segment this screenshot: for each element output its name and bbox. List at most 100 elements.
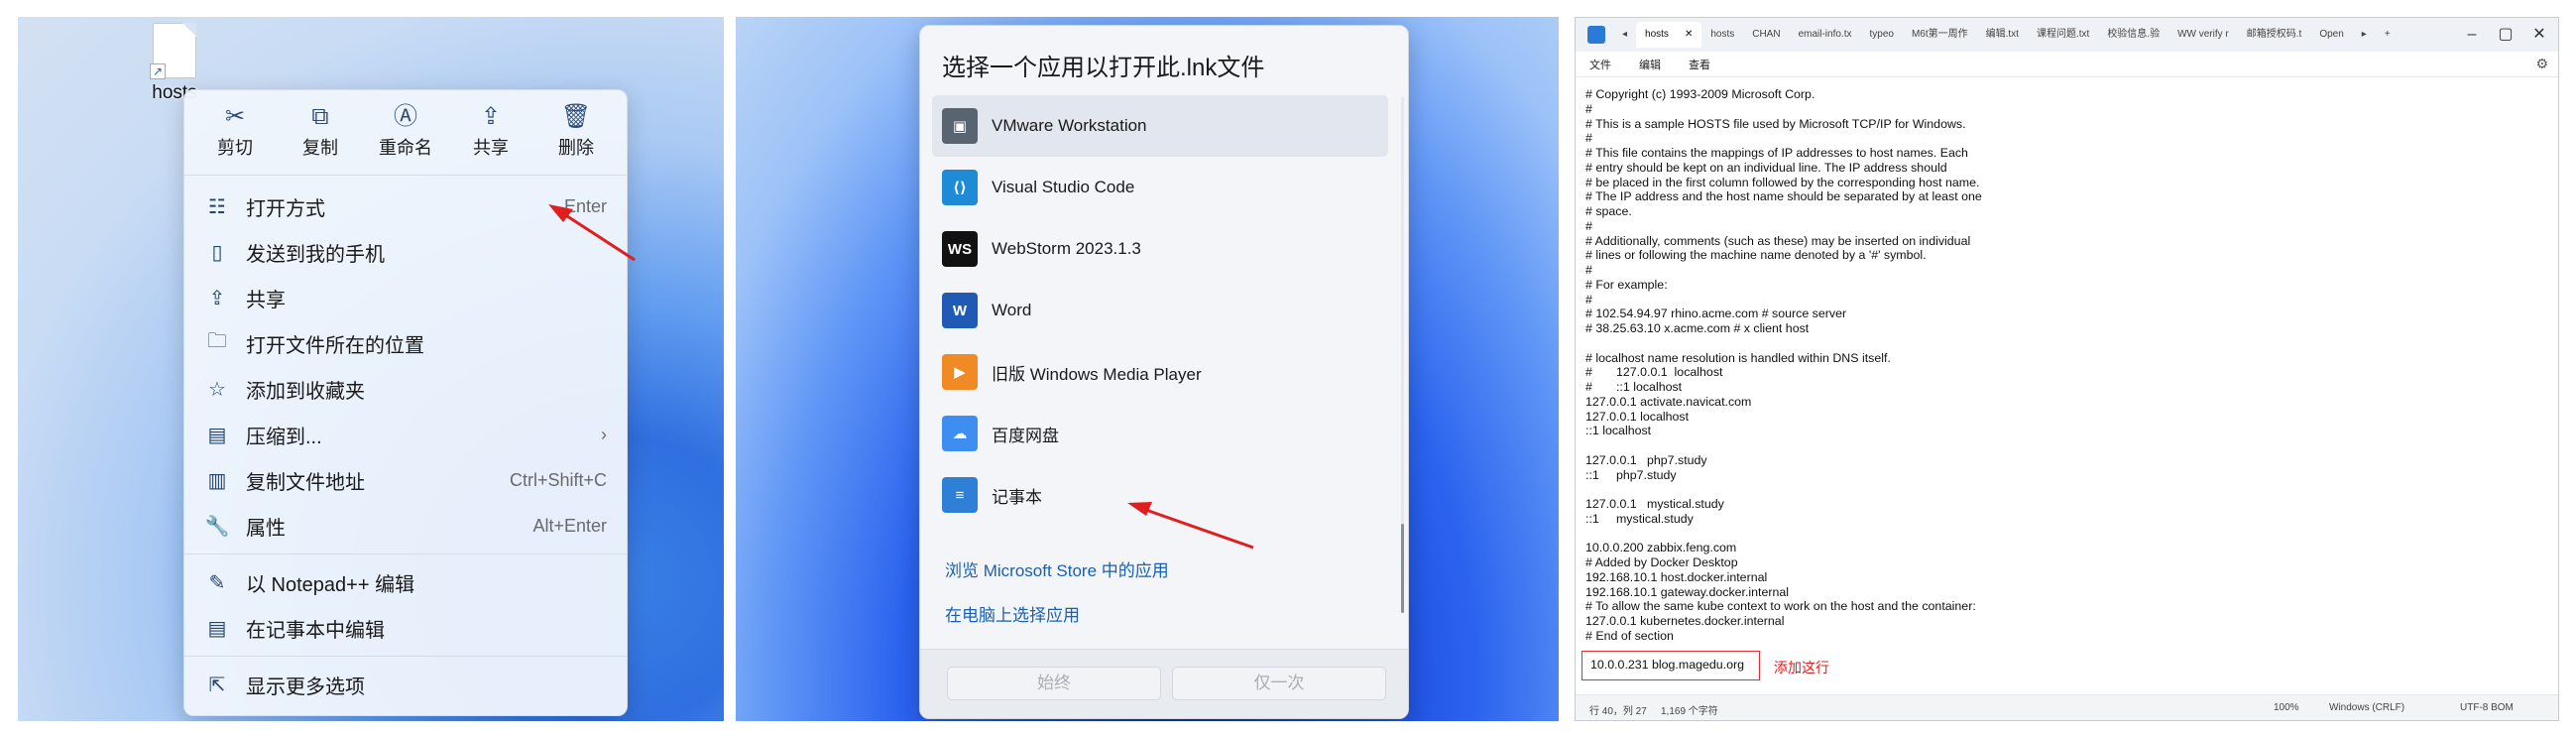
maximize-icon[interactable]: ▢ [2489,18,2522,52]
editor-tab[interactable]: email-info.tx [1790,22,1861,48]
notepadpp-icon: ✎ [208,571,226,594]
menu-item-label: 打开文件所在的位置 [246,334,424,357]
menu-item-label: 压缩到... [246,426,322,448]
text-line [1585,336,2537,351]
menu-item[interactable]: 🗀 打开文件所在的位置 [184,320,627,366]
settings-gear-icon[interactable]: ⚙ [2535,56,2548,72]
menu-item[interactable]: ☆ 添加到收藏夹 [184,366,627,412]
editor-tab[interactable]: hosts ✕ [1636,22,1702,48]
action-scissors-button[interactable]: ✂ 剪切 [195,100,275,171]
text-line: 127.0.0.1 mystical.study [1585,497,1724,511]
app-item[interactable]: WS WebStorm 2023.1.3 [932,218,1388,280]
context-menu: ✂ 剪切 ⧉ 复制 Ⓐ 重命名 ⇪ 共享 🗑 删除 ☷ 打开方式 Enter ▯ 发送到我的手机 ⇪ 共享 🗀 打… [183,89,628,716]
tab-close-icon[interactable]: ✕ [1685,29,1693,40]
text-line: # space. [1585,204,1632,218]
text-line: 127.0.0.1 kubernetes.docker.internal [1585,614,1785,628]
notepad-icon: ▤ [207,617,227,640]
app-item[interactable]: ▣ VMware Workstation [932,95,1388,157]
menu-item[interactable]: ▤ 在记事本中编辑 [184,605,627,651]
editor-tab[interactable]: 邮箱授权码.t [2238,22,2311,48]
app-name: 旧版 Windows Media Player [992,364,1202,384]
editor-text[interactable]: # Copyright (c) 1993-2009 Microsoft Corp… [1585,87,2537,644]
menu-item-label: 共享 [246,289,286,311]
status-cursor-position: 行 40，列 27 [1589,706,1647,717]
menu-item[interactable]: ▯ 发送到我的手机 [184,229,627,275]
tab-label: email-info.tx [1798,29,1852,40]
baidu-netdisk-icon: ☁ [942,416,978,451]
text-line: # lines or following the machine name de… [1585,248,1927,263]
browse-store-link[interactable]: 浏览 Microsoft Store 中的应用 [945,556,1169,581]
text-line [1585,438,2537,453]
minimize-icon[interactable]: – [2455,18,2489,52]
app-item[interactable]: W Word [932,280,1388,341]
editor-tab[interactable]: 编辑.txt [1977,22,2028,48]
menu-item[interactable]: ▤ 压缩到... › [184,412,627,457]
editor-tab[interactable]: Open [2310,22,2352,48]
word-icon: W [942,293,978,328]
editor-tab[interactable]: CHAN [1743,22,1789,48]
just-once-button[interactable]: 仅一次 [1172,667,1386,700]
menu-item[interactable]: 编辑 [1639,57,1661,72]
media-player-icon: ▶ [942,354,978,390]
text-line: # entry should be kept on an individual … [1585,160,1947,175]
new-tab-icon[interactable]: + [2376,22,2400,48]
scrollbar-thumb[interactable] [1401,524,1404,613]
menu-item[interactable]: ⇱ 显示更多选项 [184,662,627,707]
app-item[interactable]: ☁ 百度网盘 [932,403,1388,464]
open-with-dialog: 选择一个应用以打开此.lnk文件 ▣ VMware Workstation ⟨⟩ Vi… [919,25,1409,719]
editor-tab[interactable]: WW verify r [2168,22,2238,48]
choose-app-on-pc-link[interactable]: 在电脑上选择应用 [945,601,1080,626]
status-zoom: 100% [2274,702,2299,713]
tab-scroll-right-icon[interactable]: ▸ [2353,22,2376,48]
menu-separator [184,553,627,554]
app-item[interactable]: ⟨⟩ Visual Studio Code [932,157,1388,218]
action-share-button[interactable]: ⇪ 共享 [451,100,530,171]
menu-item[interactable]: 文件 [1589,57,1611,72]
menu-item[interactable]: ⇪ 共享 [184,275,627,320]
open-with-icon: ☷ [208,195,226,218]
status-line-ending: Windows (CRLF) [2329,702,2405,713]
text-line: # be placed in the first column followed… [1585,175,1980,189]
menu-item-label: 复制文件地址 [246,471,365,494]
text-line: 10.0.0.200 zabbix.feng.com [1585,541,1737,555]
action-rename-button[interactable]: Ⓐ 重命名 [366,100,445,171]
always-button[interactable]: 始终 [947,667,1161,700]
app-name: 百度网盘 [992,426,1059,445]
copy-path-icon: ▥ [207,469,227,492]
menu-item[interactable]: ▥ 复制文件地址 Ctrl+Shift+C [184,457,627,503]
editor-tab[interactable]: M6t第一周作 [1903,22,1977,48]
app-item[interactable]: ▶ 旧版 Windows Media Player [932,341,1388,403]
scrollbar[interactable] [1401,97,1404,613]
menu-item-label: 属性 [246,517,286,540]
editor-tab[interactable]: typeo [1860,22,1902,48]
text-line: # 102.54.94.97 rhino.acme.com # source s… [1585,307,1847,321]
text-line: # To allow the same kube context to work… [1585,599,1976,614]
menu-item[interactable]: 🔧 属性 Alt+Enter [184,503,627,549]
action-label: 共享 [473,138,509,158]
webstorm-icon: WS [942,231,978,267]
menu-item[interactable]: 查看 [1689,57,1710,72]
menu-item[interactable]: ☷ 打开方式 Enter [184,184,627,229]
tab-label: Open [2319,29,2344,40]
editor-tab[interactable]: 校验信息.验 [2098,22,2168,48]
tab-scroll-left-icon[interactable]: ◂ [1613,22,1636,48]
chevron-right-icon: › [601,424,607,444]
menu-item-label: 以 Notepad++ 编辑 [246,573,415,596]
menu-item-label: 发送到我的手机 [246,243,385,266]
editor-tab[interactable]: hosts [1701,22,1743,48]
action-copy-button[interactable]: ⧉ 复制 [281,100,360,171]
action-trash-button[interactable]: 🗑 删除 [536,100,616,171]
editor-tab[interactable]: 课程问题.txt [2028,22,2098,48]
phone-icon: ▯ [211,241,223,264]
menu-separator [184,656,627,657]
tab-label: 课程问题.txt [2036,29,2090,40]
added-line-text[interactable]: 10.0.0.231 blog.magedu.org [1590,658,1744,672]
shortcut-arrow-icon: ↗ [150,63,166,79]
text-line: ::1 php7.study [1585,467,1677,482]
menu-item[interactable]: ✎ 以 Notepad++ 编辑 [184,559,627,605]
status-encoding: UTF-8 BOM [2460,702,2514,713]
text-line [1585,482,2537,497]
close-icon[interactable]: ✕ [2522,18,2556,52]
app-name: Word [992,301,1032,319]
app-item[interactable]: ≡ 记事本 [932,464,1388,526]
